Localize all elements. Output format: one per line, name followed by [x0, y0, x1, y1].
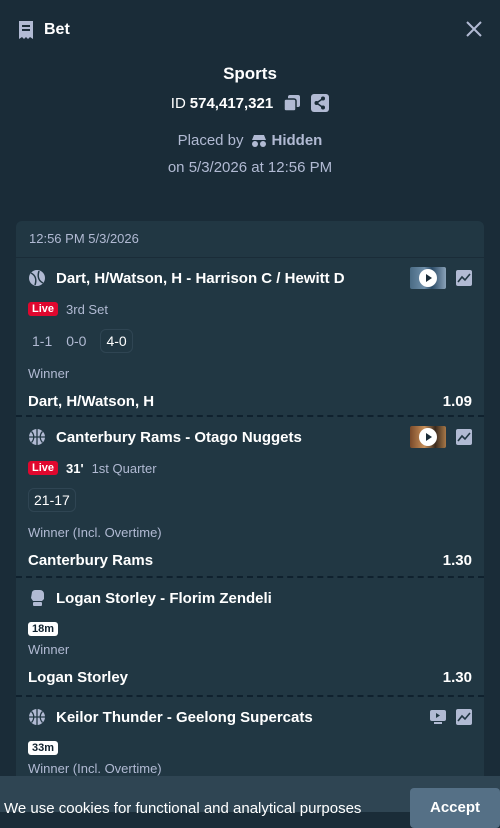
- current-score: 21-17: [28, 488, 76, 512]
- leg-market: Winner: [28, 642, 70, 657]
- bet-slip-icon: [19, 21, 33, 39]
- play-icon: [419, 269, 437, 287]
- leg-selection: Logan Storley: [28, 668, 129, 686]
- leg-event-name[interactable]: Keilor Thunder - Geelong Supercats: [56, 709, 430, 726]
- placed-by-label: Placed by: [177, 132, 244, 149]
- leg-status: Live 3rd Set: [28, 298, 472, 320]
- modal-header: Bet: [0, 0, 500, 60]
- cookie-banner: We use cookies for functional and analyt…: [0, 776, 500, 828]
- leg-event-row: Logan Storley - Florim Zendeli: [28, 578, 472, 618]
- accept-cookies-button[interactable]: Accept: [410, 788, 500, 828]
- play-icon: [419, 428, 437, 446]
- leg-odds: 1.30: [442, 668, 472, 686]
- bet-leg[interactable]: Canterbury Rams - Otago Nuggets Live 31'…: [16, 417, 484, 578]
- bet-sport: Sports: [223, 64, 277, 83]
- close-icon[interactable]: [466, 21, 482, 37]
- live-badge: Live: [28, 302, 59, 316]
- placed-by-row: Placed by Hidden: [0, 132, 500, 149]
- leg-event-name[interactable]: Dart, H/Watson, H - Harrison C / Hewitt …: [56, 270, 410, 287]
- match-minute: 31': [66, 460, 84, 476]
- leg-event-row: Canterbury Rams - Otago Nuggets: [28, 417, 472, 457]
- cookie-text: We use cookies for functional and analyt…: [4, 800, 362, 817]
- incognito-icon: [251, 134, 266, 147]
- live-badge: Live: [28, 461, 59, 475]
- leg-period: 3rd Set: [66, 301, 108, 317]
- leg-event-row: Keilor Thunder - Geelong Supercats: [28, 697, 472, 737]
- leg-selection-row: Canterbury Rams 1.30: [28, 543, 472, 577]
- leg-selection: Canterbury Rams: [28, 551, 154, 569]
- leg-scores: 21-17: [28, 483, 472, 517]
- leg-market: Winner (Incl. Overtime): [28, 525, 162, 540]
- bet-card: 12:56 PM 5/3/2026 Dart, H/Watson, H - Ha…: [16, 221, 484, 812]
- leg-odds: 1.30: [442, 551, 472, 569]
- live-stream-thumbnail[interactable]: [410, 426, 446, 448]
- time-to-start-badge: 18m: [28, 622, 59, 636]
- leg-period: 1st Quarter: [91, 460, 157, 476]
- leg-selection-row: Logan Storley 1.30: [28, 660, 472, 694]
- set-score: 1-1: [32, 333, 53, 349]
- placed-on-date: on 5/3/2026 at 12:56 PM: [167, 159, 333, 176]
- leg-odds: 1.09: [442, 392, 472, 410]
- stats-chart-icon[interactable]: [456, 429, 472, 445]
- time-to-start-badge: 33m: [28, 741, 59, 755]
- leg-selection: Dart, H/Watson, H: [28, 392, 155, 410]
- leg-status: 33m: [28, 737, 472, 759]
- hidden-user-name: Hidden: [271, 132, 323, 149]
- current-set-score: 4-0: [100, 329, 133, 353]
- tennis-icon: [29, 270, 45, 286]
- set-score: 0-0: [66, 333, 87, 349]
- bet-id-value: 574,417,321: [189, 94, 274, 112]
- leg-status: 18m: [28, 618, 472, 640]
- tv-stream-icon[interactable]: [430, 710, 446, 724]
- leg-scores: 1-1 0-0 4-0: [28, 324, 472, 358]
- share-icon[interactable]: [311, 94, 330, 112]
- hidden-user: Hidden: [250, 132, 323, 149]
- basketball-icon: [29, 429, 45, 445]
- live-stream-thumbnail[interactable]: [410, 267, 446, 289]
- modal-title: Bet: [44, 21, 70, 38]
- leg-event-row: Dart, H/Watson, H - Harrison C / Hewitt …: [28, 258, 472, 298]
- stats-chart-icon[interactable]: [456, 270, 472, 286]
- leg-market: Winner: [28, 366, 70, 381]
- leg-event-name[interactable]: Canterbury Rams - Otago Nuggets: [56, 429, 410, 446]
- bet-id-label: ID: [170, 94, 186, 112]
- bet-leg[interactable]: Dart, H/Watson, H - Harrison C / Hewitt …: [16, 258, 484, 417]
- copy-icon[interactable]: [283, 94, 301, 112]
- leg-status: Live 31' 1st Quarter: [28, 457, 472, 479]
- stats-chart-icon[interactable]: [456, 709, 472, 725]
- bet-summary: Sports ID 574,417,321 Placed by Hidden o…: [0, 62, 500, 176]
- bet-leg[interactable]: Keilor Thunder - Geelong Supercats 33m W…: [16, 697, 484, 779]
- bet-id-row: ID 574,417,321: [0, 92, 500, 114]
- bet-leg[interactable]: Logan Storley - Florim Zendeli 18m Winne…: [16, 578, 484, 697]
- leg-selection-row: Dart, H/Watson, H 1.09: [28, 384, 472, 418]
- card-timestamp: 12:56 PM 5/3/2026: [16, 221, 484, 258]
- basketball-icon: [29, 709, 45, 725]
- leg-event-name[interactable]: Logan Storley - Florim Zendeli: [56, 590, 472, 607]
- boxing-glove-icon: [31, 589, 44, 606]
